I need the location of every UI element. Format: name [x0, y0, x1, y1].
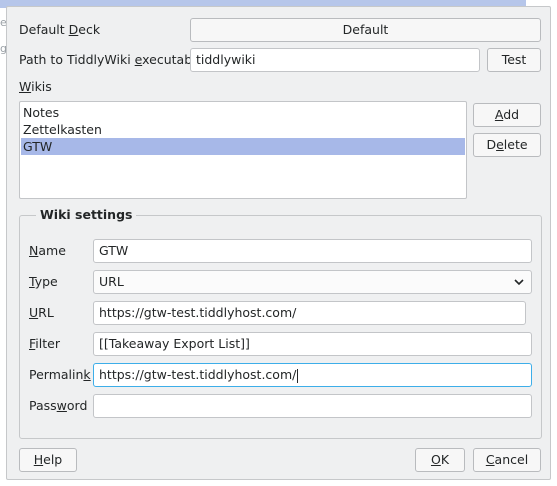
- wiki-settings-title: Wiki settings: [36, 206, 137, 224]
- help-button[interactable]: Help: [19, 448, 77, 472]
- list-item[interactable]: Zettelkasten: [21, 121, 465, 138]
- filter-label: Filter: [29, 336, 60, 351]
- default-deck-label: Default Deck: [19, 22, 101, 37]
- permalink-input[interactable]: https://gtw-test.tiddlyhost.com/: [93, 363, 532, 387]
- delete-wiki-button[interactable]: Delete: [473, 133, 541, 157]
- ok-button[interactable]: OK: [415, 448, 465, 472]
- type-select-value: URL: [99, 274, 124, 289]
- cancel-button[interactable]: Cancel: [473, 448, 541, 472]
- tiddlywiki-settings-dialog: Default Deck Default Path to TiddlyWiki …: [6, 6, 551, 480]
- password-label: Password: [29, 398, 88, 413]
- url-input[interactable]: https://gtw-test.tiddlyhost.com/: [93, 301, 526, 325]
- wiki-settings-group: Wiki settings Name GTW Type URL URL http…: [19, 206, 542, 439]
- list-item-selected[interactable]: GTW: [21, 138, 465, 155]
- test-button[interactable]: Test: [487, 48, 541, 72]
- type-select[interactable]: URL: [93, 270, 532, 294]
- password-input[interactable]: [93, 394, 532, 418]
- name-input[interactable]: GTW: [93, 239, 532, 263]
- add-wiki-button[interactable]: Add: [473, 103, 541, 127]
- path-input[interactable]: tiddlywiki: [190, 48, 480, 72]
- filter-input[interactable]: [[Takeaway Export List]]: [93, 332, 532, 356]
- wikis-label: Wikis: [19, 79, 52, 94]
- url-label: URL: [29, 305, 54, 320]
- wikis-list[interactable]: Notes Zettelkasten GTW: [19, 101, 467, 199]
- default-deck-button[interactable]: Default: [190, 18, 541, 42]
- name-label: Name: [29, 243, 66, 258]
- chevron-down-icon: [514, 279, 524, 286]
- list-item[interactable]: Notes: [21, 104, 465, 121]
- permalink-label: Permalink: [29, 367, 91, 382]
- type-label: Type: [29, 274, 58, 289]
- permalink-value: https://gtw-test.tiddlyhost.com/: [99, 367, 297, 382]
- text-cursor: [297, 368, 299, 383]
- path-label: Path to TiddlyWiki executable: [19, 52, 204, 67]
